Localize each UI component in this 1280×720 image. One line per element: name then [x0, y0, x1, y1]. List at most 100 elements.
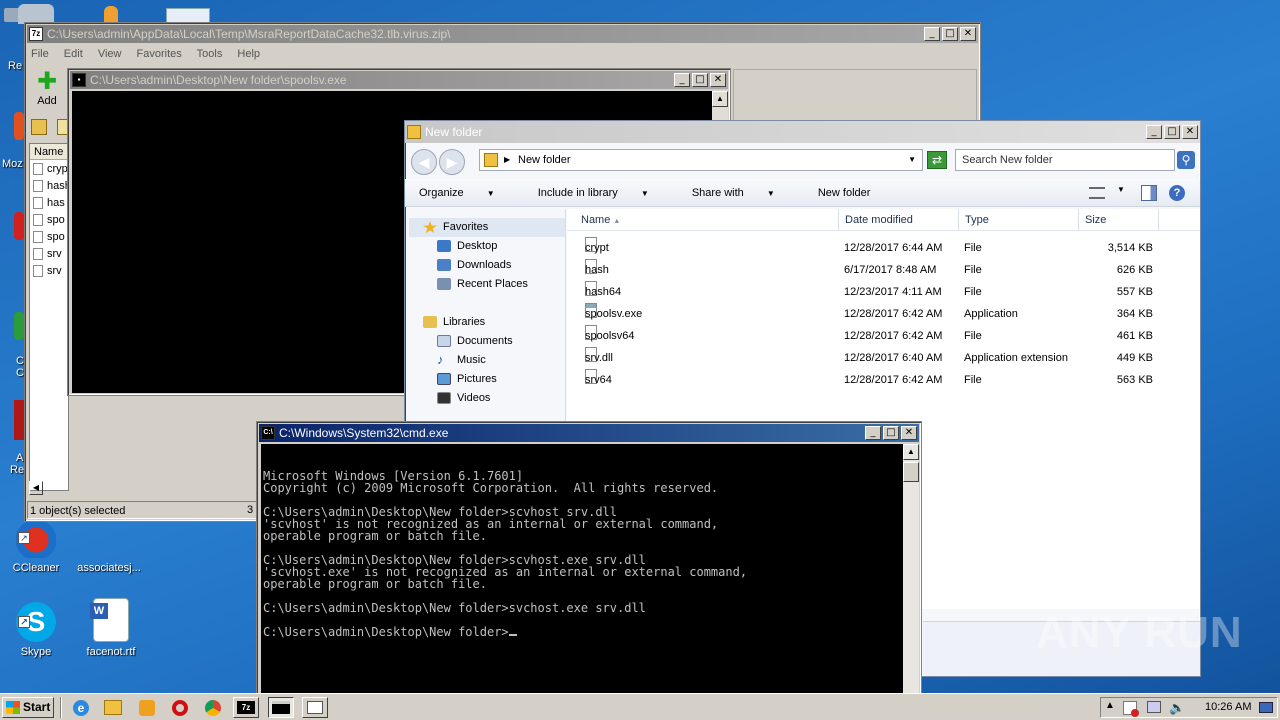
search-icon[interactable]: ⚲ — [1177, 151, 1195, 169]
minimize-button[interactable]: _ — [1146, 125, 1162, 139]
spoolsv-titlebar[interactable]: ▪ C:\Users\admin\Desktop\New folder\spoo… — [70, 71, 728, 89]
column-header-name[interactable]: Name ▲ — [575, 209, 839, 231]
minimize-button[interactable]: _ — [924, 27, 940, 41]
chevron-up-icon[interactable]: ▲ — [1105, 700, 1115, 711]
share-with-button[interactable]: Share with ▼ — [692, 187, 795, 199]
network-icon[interactable] — [1147, 701, 1161, 713]
desktop-icon-associates[interactable]: associatesj... — [74, 518, 144, 574]
scroll-up-button[interactable]: ▲ — [712, 91, 728, 107]
list-item[interactable]: spo — [33, 212, 71, 229]
sevenzip-titlebar[interactable]: 7z C:\Users\admin\AppData\Local\Temp\Msr… — [27, 25, 978, 43]
view-options-icon[interactable] — [1089, 187, 1105, 199]
new-folder-button[interactable]: New folder — [818, 187, 871, 199]
list-item[interactable]: hash — [33, 178, 71, 195]
table-row[interactable]: hash 6/17/2017 8:48 AM File 626 KB — [567, 259, 1200, 281]
list-item[interactable]: cryp — [33, 161, 71, 178]
maximize-button[interactable]: □ — [942, 27, 958, 41]
table-row[interactable]: hash64 12/23/2017 4:11 AM File 557 KB — [567, 281, 1200, 303]
maximize-button[interactable]: □ — [1164, 125, 1180, 139]
include-library-button[interactable]: Include in library ▼ — [538, 187, 669, 199]
desktop-icon-skype[interactable]: S ↗ Skype — [1, 602, 71, 658]
organize-button[interactable]: Organize ▼ — [419, 187, 515, 199]
firefox-icon[interactable] — [14, 112, 24, 140]
nav-pictures[interactable]: Pictures — [409, 370, 565, 389]
vertical-scrollbar[interactable]: ▲ — [903, 444, 919, 697]
desktop-icon-ccleaner[interactable]: ↗ CCleaner — [1, 518, 71, 574]
list-item[interactable]: srv — [33, 263, 71, 280]
start-button[interactable]: Start — [2, 697, 54, 718]
action-center-icon[interactable] — [1123, 701, 1139, 717]
column-header-size[interactable]: Size — [1079, 209, 1159, 231]
volume-icon[interactable]: 🔈 — [1169, 700, 1185, 716]
column-header-name[interactable]: Name — [30, 144, 68, 160]
table-row[interactable]: srv.dll 12/28/2017 6:40 AM Application ext… — [567, 347, 1200, 369]
nav-favorites[interactable]: Favorites — [409, 218, 565, 237]
table-row[interactable]: spoolsv64 12/28/2017 6:42 AM File 461 KB — [567, 325, 1200, 347]
help-icon[interactable]: ? — [1169, 185, 1185, 201]
menu-help[interactable]: Help — [237, 48, 260, 60]
nav-libraries[interactable]: Libraries — [409, 313, 565, 332]
forward-button[interactable]: ▶ — [439, 149, 465, 175]
close-button[interactable]: ✕ — [960, 27, 976, 41]
maximize-button[interactable]: □ — [883, 426, 899, 440]
close-button[interactable]: ✕ — [710, 73, 726, 87]
nav-desktop[interactable]: Desktop — [409, 237, 565, 256]
menu-tools[interactable]: Tools — [197, 48, 223, 60]
address-bar[interactable]: ▶ New folder ▼ — [479, 149, 923, 171]
explorer-titlebar[interactable]: New folder _ □ ✕ — [405, 121, 1200, 143]
preview-pane-icon[interactable] — [1141, 185, 1157, 201]
nav-videos[interactable]: Videos — [409, 389, 565, 408]
menu-view[interactable]: View — [98, 48, 122, 60]
list-item[interactable]: spo — [33, 229, 71, 246]
console-output[interactable]: Microsoft Windows [Version 6.1.7601] Copy… — [261, 444, 903, 697]
opera-icon[interactable] — [14, 212, 24, 240]
cmd-window[interactable]: C:\ C:\Windows\System32\cmd.exe _ □ ✕ Mi… — [256, 421, 922, 697]
nav-documents[interactable]: Documents — [409, 332, 565, 351]
spoolsv-taskbar-button[interactable] — [302, 697, 328, 718]
search-input[interactable]: Search New folder — [955, 149, 1175, 171]
up-folder-icon[interactable] — [31, 119, 47, 135]
explorer-taskbar-icon[interactable] — [100, 697, 126, 718]
show-desktop-icon[interactable] — [1259, 702, 1273, 713]
menu-favorites[interactable]: Favorites — [137, 48, 182, 60]
clock[interactable]: 10:26 AM — [1205, 701, 1251, 713]
sevenzip-taskbar-button[interactable]: 7z — [233, 697, 259, 718]
close-button[interactable]: ✕ — [1182, 125, 1198, 139]
table-row[interactable]: spoolsv.exe 12/28/2017 6:42 AM Application… — [567, 303, 1200, 325]
chrome-icon[interactable] — [14, 312, 24, 340]
list-item[interactable]: has — [33, 195, 71, 212]
chrome-icon[interactable] — [200, 697, 226, 718]
table-row[interactable]: crypt 12/28/2017 6:44 AM File 3,514 KB — [567, 237, 1200, 259]
acrobat-icon[interactable] — [14, 400, 24, 440]
refresh-button[interactable]: ⇄ — [927, 151, 947, 169]
desktop-icon-facenot[interactable]: W facenot.rtf — [76, 598, 146, 658]
minimize-button[interactable]: _ — [865, 426, 881, 440]
cmd-titlebar[interactable]: C:\ C:\Windows\System32\cmd.exe _ □ ✕ — [259, 424, 919, 442]
media-player-icon[interactable] — [134, 697, 160, 718]
chevron-down-icon[interactable]: ▼ — [1117, 185, 1125, 194]
add-button[interactable]: ✚ Add — [31, 69, 63, 109]
hscroll-left-button[interactable]: ◀ — [29, 481, 43, 495]
list-item[interactable]: srv — [33, 246, 71, 263]
nav-downloads[interactable]: Downloads — [409, 256, 565, 275]
column-header-type[interactable]: Type — [959, 209, 1079, 231]
scroll-up-button[interactable]: ▲ — [903, 444, 919, 460]
column-header-date[interactable]: Date modified — [839, 209, 959, 231]
opera-icon[interactable] — [167, 697, 193, 718]
nav-music[interactable]: ♪ Music — [409, 351, 565, 370]
maximize-button[interactable]: □ — [692, 73, 708, 87]
chevron-right-icon[interactable]: ▶ — [504, 150, 510, 170]
scroll-thumb[interactable] — [903, 462, 919, 482]
cmd-taskbar-button[interactable] — [268, 697, 294, 718]
ie-icon[interactable]: e — [68, 697, 94, 718]
nav-recent-places[interactable]: Recent Places — [409, 275, 565, 294]
back-button[interactable]: ◀ — [411, 149, 437, 175]
close-button[interactable]: ✕ — [901, 426, 917, 440]
menu-file[interactable]: File — [31, 48, 49, 60]
minimize-button[interactable]: _ — [674, 73, 690, 87]
table-row[interactable]: srv64 12/28/2017 6:42 AM File 563 KB — [567, 369, 1200, 391]
chevron-down-icon[interactable]: ▼ — [908, 150, 916, 170]
recycle-bin-icon[interactable] — [18, 4, 54, 24]
desktop-label-partial: C — [16, 355, 24, 367]
menu-edit[interactable]: Edit — [64, 48, 83, 60]
